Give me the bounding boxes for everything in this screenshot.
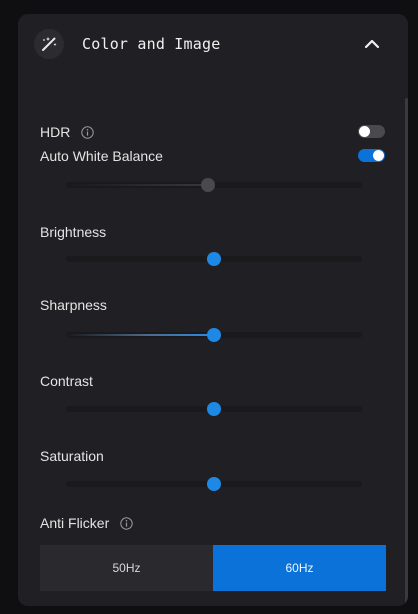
sharpness-slider[interactable] bbox=[66, 328, 362, 342]
contrast-slider[interactable] bbox=[66, 402, 362, 416]
auto-white-balance-toggle[interactable] bbox=[358, 149, 385, 162]
anti-flicker-label: Anti Flicker bbox=[40, 515, 110, 531]
info-icon[interactable] bbox=[120, 517, 133, 530]
slider-fill bbox=[66, 184, 209, 186]
saturation-label: Saturation bbox=[40, 448, 104, 464]
hdr-row: HDR bbox=[40, 124, 94, 140]
brightness-slider[interactable] bbox=[66, 252, 362, 266]
toggle-knob bbox=[373, 150, 384, 161]
hdr-toggle[interactable] bbox=[358, 125, 385, 138]
hdr-label: HDR bbox=[40, 124, 71, 140]
white-balance-slider[interactable] bbox=[66, 178, 362, 192]
chevron-up-icon[interactable] bbox=[360, 32, 384, 56]
info-icon[interactable] bbox=[81, 126, 94, 139]
sharpness-label: Sharpness bbox=[40, 297, 107, 313]
slider-thumb[interactable] bbox=[201, 178, 216, 192]
color-and-image-panel: Color and Image HDR Auto White Balance B… bbox=[18, 14, 408, 606]
contrast-label: Contrast bbox=[40, 373, 93, 389]
toggle-knob bbox=[359, 126, 370, 137]
slider-thumb[interactable] bbox=[207, 402, 221, 416]
option-50hz-button[interactable]: 50Hz bbox=[40, 545, 213, 591]
slider-fill bbox=[66, 334, 214, 336]
section-header[interactable]: Color and Image bbox=[18, 14, 408, 76]
saturation-slider[interactable] bbox=[66, 477, 362, 491]
anti-flicker-row: Anti Flicker bbox=[40, 515, 133, 531]
auto-white-balance-label: Auto White Balance bbox=[40, 148, 163, 164]
slider-thumb[interactable] bbox=[207, 252, 221, 266]
scrollbar[interactable] bbox=[405, 98, 408, 606]
section-title: Color and Image bbox=[82, 35, 221, 53]
option-60hz-button[interactable]: 60Hz bbox=[213, 545, 386, 591]
slider-thumb[interactable] bbox=[207, 328, 221, 342]
anti-flicker-segmented-control: 50Hz 60Hz bbox=[40, 545, 386, 591]
slider-thumb[interactable] bbox=[207, 477, 221, 491]
magic-wand-icon bbox=[34, 29, 64, 59]
brightness-label: Brightness bbox=[40, 224, 107, 240]
